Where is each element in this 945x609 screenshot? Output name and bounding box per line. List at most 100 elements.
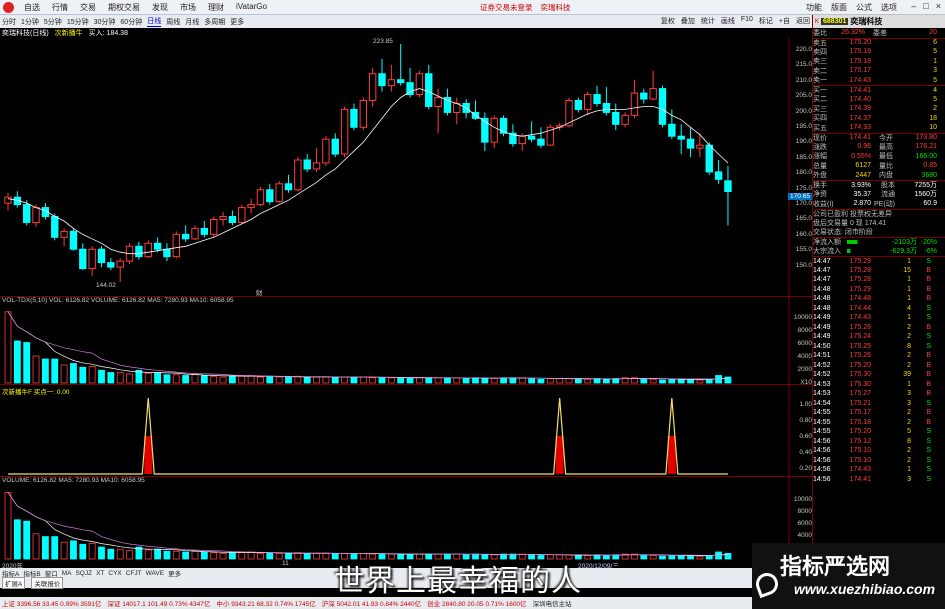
chart-tool-3[interactable]: 画线 (721, 16, 735, 26)
watermark-title: 指标严选网 (780, 555, 891, 580)
high-price-label: 223.85 (373, 38, 393, 45)
ask-volume: 3 (933, 67, 937, 75)
tick-time: 14:56 (813, 447, 831, 455)
menu-item-jiaoyi[interactable]: 交易 (80, 2, 96, 13)
microphone-logo-icon (752, 569, 782, 599)
tick-row: 14:56 175.10 2 S (813, 456, 945, 466)
tick-volume: 2 (907, 333, 911, 341)
extension-tab[interactable]: 关联报价 (31, 577, 64, 589)
bid-row: 买一 174.41 4 (813, 85, 945, 95)
tick-dir: S (926, 475, 931, 483)
volume-bar (200, 375, 208, 384)
volume-bar (88, 366, 96, 384)
bid-volume: 5 (933, 95, 937, 103)
tick-row: 14:53 175.30 1 B (813, 380, 945, 390)
tick-volume: 4 (907, 304, 911, 312)
period-5[interactable]: 60分钟 (120, 17, 142, 27)
bid-name: 买五 (813, 124, 827, 132)
period-0[interactable]: 分时 (2, 17, 16, 27)
stat2-label: PE(动) (874, 200, 895, 208)
menu-item-gongshi[interactable]: 公式 (856, 2, 872, 13)
indicator-name[interactable]: 次新播牛 (55, 28, 83, 38)
tick-row: 14:55 175.17 2 B (813, 408, 945, 418)
period-6[interactable]: 日线 (147, 16, 162, 27)
stat-value: 0.55% (851, 152, 871, 160)
period-8[interactable]: 月线 (185, 17, 199, 27)
menu-item-ivatargo[interactable]: iVatarGo (236, 2, 267, 13)
close-icon[interactable]: × (936, 1, 941, 11)
chart-tool-1[interactable]: 叠加 (681, 16, 695, 26)
login-status-link[interactable]: 证券交易未登录 (480, 2, 533, 13)
axis-label: 190.0 (795, 138, 812, 146)
volume2-bar (659, 555, 666, 560)
tick-volume: 1 (907, 257, 911, 265)
period-7[interactable]: 周线 (166, 17, 180, 27)
period-1[interactable]: 1分钟 (21, 17, 39, 27)
volume-bar (649, 378, 657, 384)
stat-value: 2447 (855, 171, 871, 179)
flow-bar (847, 240, 877, 245)
menu-item-xuanxiang[interactable]: 选项 (881, 2, 897, 13)
period-4[interactable]: 30分钟 (94, 17, 116, 27)
status-index[interactable]: 深证 14017.1 101.49 0.73% 4347亿 (107, 598, 210, 608)
chart-tool-7[interactable]: 返回 (796, 16, 810, 26)
menu-item-gongneng[interactable]: 功能 (806, 2, 822, 13)
axis-label: 0.20 (799, 465, 812, 472)
tick-volume: 8 (907, 437, 911, 445)
maximize-icon[interactable]: □ (923, 1, 928, 11)
menu-item-hangqing[interactable]: 行情 (52, 2, 68, 13)
menu-item-options[interactable]: 期权交易 (108, 2, 140, 13)
extension-tab[interactable]: 扩展A (2, 577, 26, 589)
menu-item-licai[interactable]: 理财 (208, 2, 224, 13)
tick-dir: S (926, 342, 931, 350)
menu-item-discover[interactable]: 发现 (152, 2, 168, 13)
indicator-tab[interactable]: WAVE (146, 570, 164, 577)
volume-bar (331, 376, 339, 384)
tick-price: 175.30 (849, 371, 871, 379)
chart-tool-5[interactable]: 标记 (759, 16, 773, 26)
flow-label: 大宗流入 (813, 248, 841, 256)
chart-area[interactable]: VOL-TDX(5,10) VOL: 6126.82 VOLUME: 6126.… (0, 38, 812, 570)
candle-body (303, 159, 311, 170)
volume-bar (210, 375, 218, 384)
period-9[interactable]: 多周期 (204, 17, 225, 27)
note-row: 交易状态: 闭市阶段 (813, 228, 945, 238)
status-index[interactable]: 中小 9343.21 68.32 0.74% 1745亿 (216, 598, 315, 608)
bid-name: 买三 (813, 105, 827, 113)
axis-label: 170.0 (795, 200, 812, 207)
tick-price: 175.20 (849, 361, 871, 369)
chart-tool-0[interactable]: 复权 (661, 16, 675, 26)
period-2[interactable]: 5分钟 (44, 17, 62, 27)
chart-tool-4[interactable]: F10 (741, 16, 753, 26)
stat2-value: 2.870 (853, 200, 871, 208)
minimize-icon[interactable]: – (911, 1, 916, 11)
period-10[interactable]: 更多 (230, 17, 244, 27)
chart-tool-6[interactable]: +自 (779, 16, 790, 26)
ask-name: 卖一 (813, 77, 827, 85)
volume-bar (425, 377, 433, 384)
stat-value: 6127 (855, 162, 871, 170)
menu-item-banmian[interactable]: 版面 (831, 2, 847, 13)
period-3[interactable]: 15分钟 (67, 17, 89, 27)
buy-point-value: 买入: 184.38 (88, 30, 128, 37)
indicator-tab[interactable]: XT (96, 570, 104, 577)
indicator-tab[interactable]: MA (62, 570, 72, 577)
volume2-bar (191, 550, 199, 560)
tick-time: 14:48 (813, 295, 831, 303)
video-subtitle: 世界上最幸福的人 (334, 564, 582, 599)
menu-item-zixuan[interactable]: 自选 (24, 2, 40, 13)
status-index[interactable]: 上证 3396.56 33.45 0.99% 3591亿 (2, 598, 101, 608)
indicator-tab[interactable]: CFJT (126, 570, 142, 577)
indicator-tab[interactable]: SQJZ (75, 570, 92, 577)
volume-bar (387, 377, 395, 384)
volume2-bar (163, 550, 171, 560)
finance-marker[interactable]: 财 (256, 287, 263, 297)
chart-tool-2[interactable]: 统计 (701, 16, 715, 26)
flow-value: -629.3万 (890, 248, 917, 256)
volume2-bar (247, 551, 255, 560)
indicator-tab[interactable]: CYX (108, 570, 121, 577)
indicator-tab[interactable]: 更多 (168, 568, 181, 578)
menu-item-market[interactable]: 市场 (180, 2, 196, 13)
app-logo-icon[interactable] (3, 2, 14, 13)
volume-bar (257, 376, 264, 384)
